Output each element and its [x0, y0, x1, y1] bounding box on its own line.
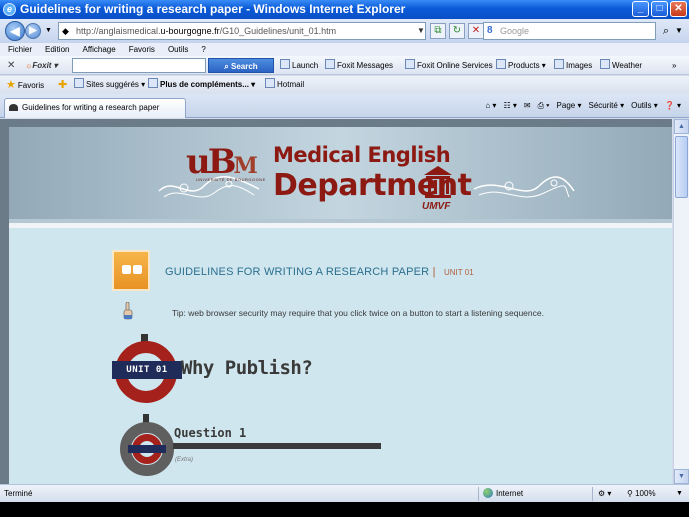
compatibility-icon[interactable]: ⧉: [430, 23, 446, 39]
back-button[interactable]: ◀: [5, 21, 25, 41]
search-options-dropdown-icon[interactable]: ▼: [675, 22, 685, 40]
protected-mode-icon[interactable]: ⚙ ▾: [598, 485, 611, 502]
address-dropdown-icon[interactable]: ▼: [416, 23, 426, 39]
products-icon: [496, 59, 506, 69]
tab-guidelines[interactable]: Guidelines for writing a research paper: [4, 98, 186, 118]
zoom-level[interactable]: ⚲ 100%: [627, 485, 656, 502]
security-menu[interactable]: Sécurité ▾: [588, 99, 624, 113]
favorites-bar: ★ Favoris ✚ Sites suggérés ▾ Plus de comp…: [0, 76, 689, 94]
vertical-scrollbar[interactable]: ▲ ▼: [673, 119, 689, 484]
search-go-icon[interactable]: ⌕: [658, 22, 674, 40]
umvf-label: UMVF: [422, 201, 451, 212]
hotmail-link[interactable]: Hotmail: [265, 76, 304, 94]
menu-affichage[interactable]: Affichage: [82, 43, 115, 56]
status-bar: Terminé Internet ⚙ ▾ ⚲ 100% ▼: [0, 484, 689, 502]
scroll-thumb[interactable]: [675, 136, 688, 198]
toolbar-overflow-icon[interactable]: »: [672, 56, 676, 75]
menu-bar: Fichier Edition Affichage Favoris Outils…: [0, 43, 689, 56]
foxit-logo[interactable]: ☼Foxit ▾: [25, 56, 58, 75]
umvf-temple-icon: [424, 166, 452, 198]
forward-button[interactable]: ▶: [25, 23, 41, 39]
url-suffix: /G10_Guidelines/unit_01.htm: [219, 26, 337, 36]
launch-icon: [280, 59, 290, 69]
foxit-messages-button[interactable]: Foxit Messages: [325, 56, 393, 75]
ie-page-icon: [74, 78, 84, 88]
suggested-sites-link[interactable]: Sites suggérés ▾: [74, 76, 145, 94]
recent-pages-dropdown-icon[interactable]: ▼: [45, 27, 52, 34]
scroll-down-icon[interactable]: ▼: [674, 469, 689, 484]
page-menu[interactable]: Page ▾: [557, 99, 582, 113]
url-domain: u-bourgogne.fr: [160, 26, 220, 36]
home-icon[interactable]: ⌂ ▾: [485, 99, 496, 113]
images-icon: [554, 59, 564, 69]
menu-outils[interactable]: Outils: [168, 43, 188, 56]
status-divider: [478, 487, 479, 501]
google-icon: 8: [487, 25, 493, 36]
mail-icon[interactable]: ✉: [524, 99, 531, 113]
refresh-icon[interactable]: ↻: [449, 23, 465, 39]
weather-icon: [600, 59, 610, 69]
globe-icon: [483, 488, 493, 498]
images-button[interactable]: Images: [554, 56, 592, 75]
address-input[interactable]: ◆ http://anglaismedical.u-bourgogne.fr/G…: [58, 22, 426, 40]
print-icon[interactable]: ⎙ ▾: [538, 99, 550, 113]
favorites-button[interactable]: ★ Favoris: [6, 76, 44, 95]
search-placeholder: Google: [500, 26, 530, 36]
add-favorites-icon[interactable]: ✚: [58, 76, 69, 95]
tools-menu[interactable]: Outils ▾: [631, 99, 658, 113]
ie-page-icon: [148, 78, 158, 88]
web-page: uBM UNIVERSITÉ DE BOURGOGNE Medical Engl…: [9, 127, 672, 484]
window-title: Guidelines for writing a research paper …: [20, 2, 406, 16]
foxit-search-input[interactable]: [72, 58, 206, 73]
url-prefix: http://anglaismedical.: [76, 26, 161, 36]
foxit-search-button[interactable]: ⌕ Search: [208, 58, 274, 73]
security-zone[interactable]: Internet: [483, 485, 523, 502]
messages-icon: [325, 59, 335, 69]
help-icon[interactable]: ❓ ▾: [665, 99, 681, 113]
foxit-toolbar: ✕ ☼Foxit ▾ ⌕ Search Launch Foxit Message…: [0, 56, 689, 75]
banner-divider: [9, 223, 672, 228]
scroll-up-icon[interactable]: ▲: [674, 119, 689, 134]
stop-icon[interactable]: ✕: [468, 23, 484, 39]
foxit-online-services-button[interactable]: Foxit Online Services: [405, 56, 493, 75]
decorative-swirl-right: [473, 176, 575, 198]
menu-favoris[interactable]: Favoris: [129, 43, 155, 56]
products-menu[interactable]: Products ▾: [496, 56, 546, 75]
status-text: Terminé: [4, 489, 33, 498]
minimize-button[interactable]: _: [632, 1, 649, 17]
close-button[interactable]: ✕: [670, 1, 687, 17]
online-services-icon: [405, 59, 415, 69]
menu-help[interactable]: ?: [201, 43, 205, 56]
launch-button[interactable]: Launch: [280, 56, 318, 75]
zoom-dropdown-icon[interactable]: ▼: [676, 485, 683, 502]
banner: uBM UNIVERSITÉ DE BOURGOGNE Medical Engl…: [9, 127, 672, 223]
address-bar-row: ◀ ▶ ▼ ◆ http://anglaismedical.u-bourgogn…: [0, 19, 689, 43]
ie-logo-icon: e: [3, 3, 16, 16]
weather-button[interactable]: Weather: [600, 56, 642, 75]
hotmail-icon: [265, 78, 275, 88]
search-input[interactable]: 8 Google: [483, 22, 656, 40]
page-favicon-icon: [9, 104, 18, 111]
more-addons-link[interactable]: Plus de compléments... ▾: [148, 76, 255, 94]
taskbar: [0, 502, 689, 517]
favorites-star-icon: ★: [6, 79, 16, 91]
title-bar: e Guidelines for writing a research pape…: [0, 0, 689, 19]
ie-window: e Guidelines for writing a research pape…: [0, 0, 689, 502]
command-bar: ⌂ ▾ ☷ ▾ ✉ ⎙ ▾ Page ▾ Sécurité ▾ Outils ▾…: [485, 99, 681, 113]
content-area: uBM UNIVERSITÉ DE BOURGOGNE Medical Engl…: [0, 119, 672, 484]
page-icon: ◆: [62, 26, 69, 36]
logo-subtitle: UNIVERSITÉ DE BOURGOGNE: [196, 177, 266, 182]
menu-edition[interactable]: Edition: [45, 43, 69, 56]
menu-fichier[interactable]: Fichier: [8, 43, 32, 56]
tab-row: Guidelines for writing a research paper …: [0, 94, 689, 118]
close-toolbar-icon[interactable]: ✕: [7, 56, 15, 75]
tab-label: Guidelines for writing a research paper: [22, 103, 160, 112]
maximize-button[interactable]: □: [651, 1, 668, 17]
feeds-icon[interactable]: ☷ ▾: [503, 99, 516, 113]
status-divider: [592, 487, 593, 501]
